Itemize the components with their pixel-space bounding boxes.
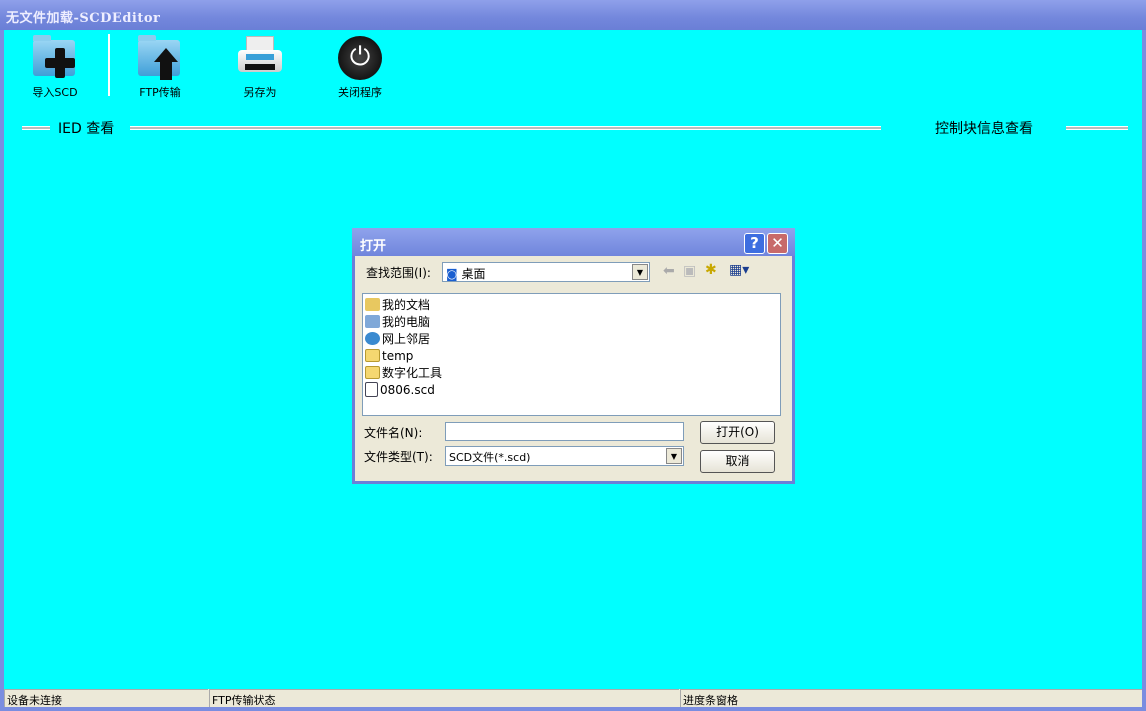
- list-item[interactable]: temp: [365, 347, 778, 364]
- status-device: 设备未连接: [4, 689, 208, 707]
- file-name: 0806.scd: [380, 382, 435, 397]
- new-folder-icon[interactable]: ✱: [705, 262, 717, 278]
- file-name: 网上邻居: [382, 332, 431, 346]
- printer-icon: [236, 34, 284, 80]
- file-name: temp: [382, 348, 414, 363]
- file-name: 数字化工具: [382, 366, 443, 380]
- open-button[interactable]: 打开(O): [700, 421, 775, 444]
- power-icon: ⏻: [336, 34, 384, 80]
- help-button[interactable]: ?: [744, 233, 765, 254]
- folder-icon: [365, 366, 380, 379]
- group-line: [130, 126, 881, 130]
- exit-label: 关闭程序: [338, 86, 382, 99]
- status-bar: 设备未连接 FTP传输状态 进度条窗格: [4, 689, 1142, 707]
- file-name: 我的电脑: [382, 315, 431, 329]
- desktop-icon: ◙: [446, 267, 458, 281]
- chevron-down-icon[interactable]: ▼: [632, 264, 648, 280]
- status-progress: 进度条窗格: [680, 689, 1142, 707]
- filetype-select[interactable]: SCD文件(*.scd) ▼: [445, 446, 684, 466]
- status-ftp: FTP传输状态: [209, 689, 679, 707]
- list-item[interactable]: 0806.scd: [365, 381, 778, 398]
- control-block-heading: 控制块信息查看: [935, 121, 1033, 137]
- back-icon[interactable]: ⬅: [663, 263, 675, 279]
- look-in-label: 查找范围(I):: [366, 266, 431, 280]
- window-title: 无文件加载-SCDEditor: [0, 0, 1146, 30]
- up-folder-icon[interactable]: ▣: [683, 263, 696, 279]
- ied-view-heading: IED 查看: [58, 121, 115, 137]
- ftp-transfer-button[interactable]: FTP传输: [125, 34, 195, 100]
- folder-add-icon: [31, 34, 79, 80]
- import-scd-button[interactable]: 导入SCD: [20, 34, 90, 100]
- filetype-value: SCD文件(*.scd): [449, 451, 531, 464]
- filetype-label: 文件类型(T):: [364, 450, 433, 464]
- view-menu-icon[interactable]: ▦▾: [729, 262, 749, 278]
- ftp-transfer-label: FTP传输: [139, 86, 181, 99]
- save-as-button[interactable]: 另存为: [225, 34, 295, 100]
- file-list: 我的文档 我的电脑 网上邻居 temp 数字化工具 0806.scd: [362, 293, 781, 416]
- look-in-select[interactable]: ◙ 桌面 ▼: [442, 262, 650, 282]
- list-item[interactable]: 我的文档: [365, 296, 778, 313]
- network-icon: [365, 332, 380, 345]
- group-line: [22, 126, 50, 130]
- cancel-button[interactable]: 取消: [700, 450, 775, 473]
- exit-button[interactable]: ⏻ 关闭程序: [325, 34, 395, 100]
- group-line: [1066, 126, 1128, 130]
- list-item[interactable]: 网上邻居: [365, 330, 778, 347]
- my-documents-icon: [365, 298, 380, 311]
- look-in-value: 桌面: [461, 267, 486, 281]
- filename-input[interactable]: [445, 422, 684, 441]
- folder-icon: [365, 349, 380, 362]
- close-button[interactable]: ✕: [767, 233, 788, 254]
- filename-label: 文件名(N):: [364, 426, 423, 440]
- list-item[interactable]: 我的电脑: [365, 313, 778, 330]
- list-item[interactable]: 数字化工具: [365, 364, 778, 381]
- file-icon: [365, 382, 378, 397]
- file-name: 我的文档: [382, 298, 431, 312]
- folder-upload-icon: [136, 34, 184, 80]
- toolbar-separator: [108, 34, 110, 96]
- my-computer-icon: [365, 315, 380, 328]
- import-scd-label: 导入SCD: [32, 86, 78, 99]
- chevron-down-icon[interactable]: ▼: [666, 448, 682, 464]
- open-dialog: 打开 ? ✕ 查找范围(I): ◙ 桌面 ▼ ⬅ ▣ ✱ ▦▾ 我的文档 我的电…: [352, 228, 795, 484]
- dialog-title: 打开: [352, 228, 795, 256]
- save-as-label: 另存为: [243, 86, 277, 99]
